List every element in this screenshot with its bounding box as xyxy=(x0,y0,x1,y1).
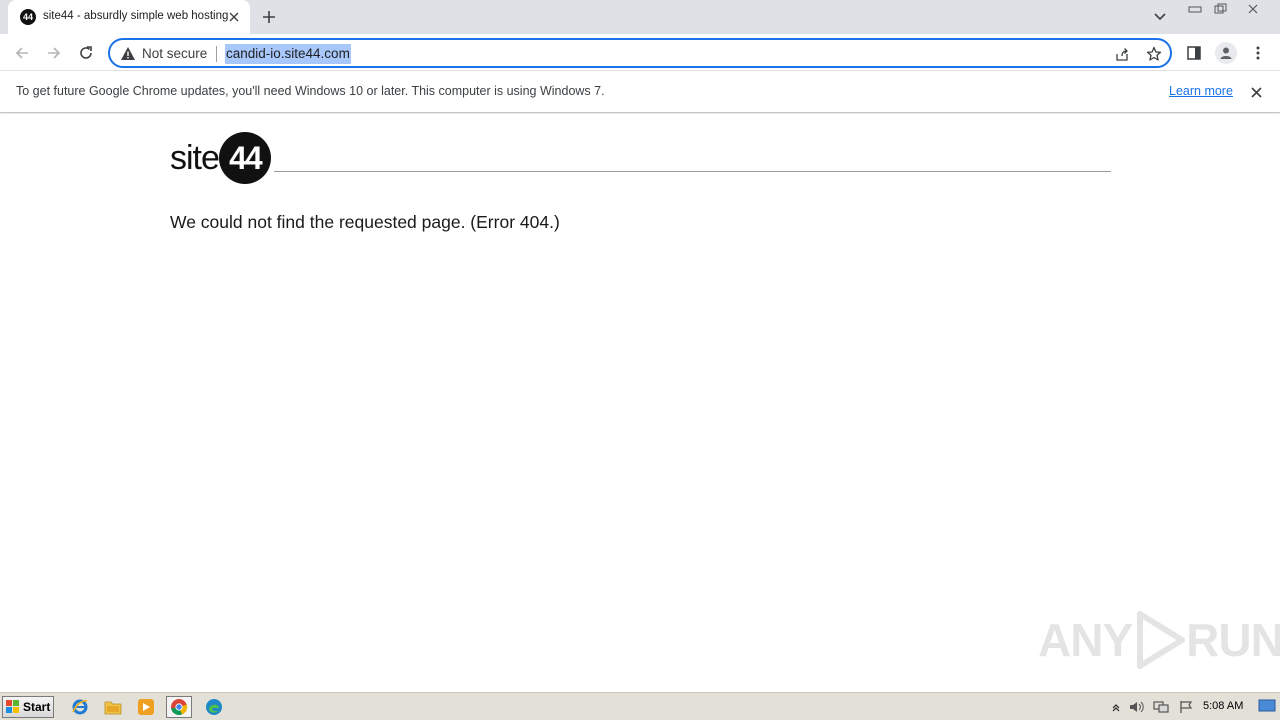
start-button[interactable]: Start xyxy=(2,696,54,718)
browser-tab[interactable]: 44 site44 - absurdly simple web hosting xyxy=(8,0,250,34)
divider xyxy=(216,46,217,62)
action-center-flag-icon[interactable] xyxy=(1177,698,1195,716)
tab-strip: 44 site44 - absurdly simple web hosting xyxy=(0,0,1280,34)
update-infobar: To get future Google Chrome updates, you… xyxy=(0,71,1280,113)
show-desktop-icon[interactable] xyxy=(1258,698,1276,714)
file-explorer-icon[interactable] xyxy=(100,696,126,718)
warning-icon[interactable] xyxy=(120,46,136,62)
share-icon[interactable] xyxy=(1113,45,1131,63)
security-label[interactable]: Not secure xyxy=(142,46,207,61)
side-panel-icon[interactable] xyxy=(1182,41,1206,65)
tab-title: site44 - absurdly simple web hosting xyxy=(43,10,229,22)
new-tab-icon[interactable] xyxy=(258,6,280,28)
windows-logo-icon xyxy=(6,700,19,713)
forward-icon[interactable] xyxy=(42,41,66,65)
logo-text: site xyxy=(170,138,220,177)
internet-explorer-icon[interactable] xyxy=(67,696,93,718)
infobar-close-icon[interactable] xyxy=(1247,83,1265,101)
logo-badge: 44 xyxy=(218,132,271,184)
address-bar[interactable]: Not secure candid-io.site44.com xyxy=(108,38,1172,68)
start-label: Start xyxy=(23,700,51,714)
window-close-icon[interactable] xyxy=(1240,0,1266,18)
tab-search-chevron-icon[interactable] xyxy=(1151,8,1169,26)
tab-favicon-icon: 44 xyxy=(20,9,36,25)
taskbar-clock[interactable]: 5:08 AM xyxy=(1203,700,1243,712)
menu-kebab-icon[interactable] xyxy=(1246,41,1270,65)
back-icon[interactable] xyxy=(10,41,34,65)
chrome-icon[interactable] xyxy=(166,696,192,718)
restore-icon[interactable] xyxy=(1207,0,1233,18)
reload-icon[interactable] xyxy=(74,41,98,65)
play-icon xyxy=(1137,611,1186,669)
profile-avatar-icon[interactable] xyxy=(1214,41,1238,65)
bookmark-star-icon[interactable] xyxy=(1145,45,1163,63)
header-rule xyxy=(274,171,1111,172)
page-content: site 44 We could not find the requested … xyxy=(0,114,1280,692)
volume-icon[interactable] xyxy=(1128,698,1146,716)
edge-icon[interactable] xyxy=(201,696,227,718)
windows-taskbar: Start 5:08 AM xyxy=(0,692,1280,720)
watermark-text-right: RUN xyxy=(1186,614,1280,666)
browser-toolbar: Not secure candid-io.site44.com xyxy=(0,34,1280,71)
infobar-message: To get future Google Chrome updates, you… xyxy=(16,84,605,98)
anyrun-watermark: ANY RUN xyxy=(1038,610,1280,670)
network-icon[interactable] xyxy=(1152,698,1170,716)
url-text[interactable]: candid-io.site44.com xyxy=(225,44,351,64)
media-player-icon[interactable] xyxy=(133,696,159,718)
error-message: We could not find the requested page. (E… xyxy=(170,212,560,232)
watermark-text-left: ANY xyxy=(1038,614,1133,666)
tray-expand-icon[interactable] xyxy=(1107,698,1125,716)
minimize-icon[interactable] xyxy=(1182,0,1208,18)
tab-close-icon[interactable] xyxy=(226,9,242,25)
learn-more-link[interactable]: Learn more xyxy=(1169,84,1233,98)
site44-logo[interactable]: site 44 xyxy=(170,132,271,184)
